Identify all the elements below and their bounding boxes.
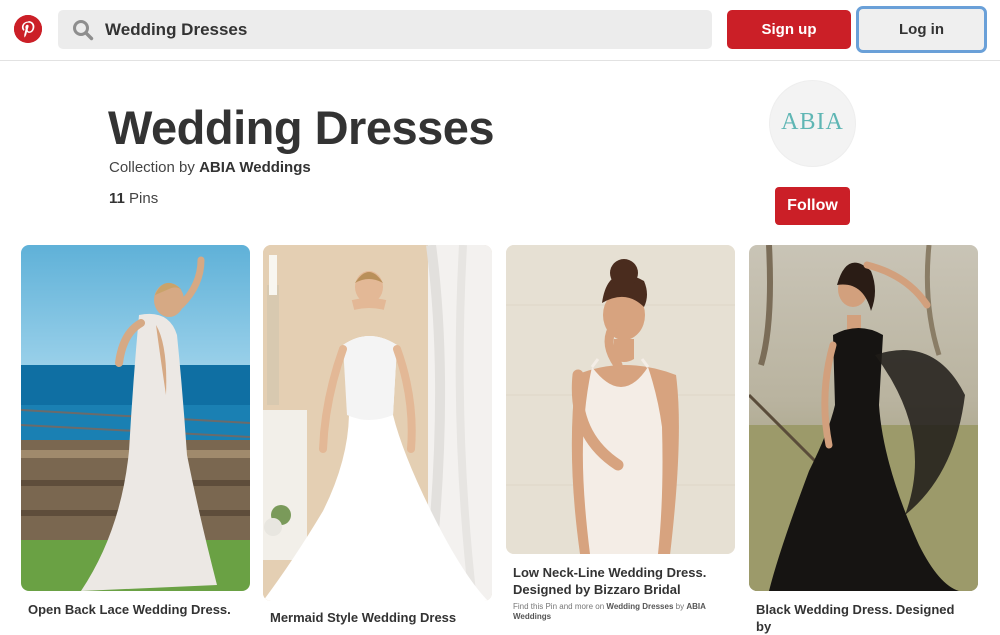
follow-button[interactable]: Follow xyxy=(775,187,850,225)
avatar-logo-text: ABIA xyxy=(781,109,844,135)
board-owner-link[interactable]: ABIA Weddings xyxy=(199,159,311,176)
pin-source-line: Find this Pin and more on Wedding Dresse… xyxy=(506,602,735,622)
search-input[interactable]: Wedding Dresses xyxy=(105,20,247,40)
pin-card[interactable]: Low Neck-Line Wedding Dress. Designed by… xyxy=(506,245,735,622)
top-navigation-bar: Wedding Dresses Sign up Log in xyxy=(0,0,1000,61)
sign-up-button[interactable]: Sign up xyxy=(727,10,851,49)
pin-count-label: Pins xyxy=(129,190,159,207)
pin-meta-prefix: Find this Pin and more on xyxy=(513,602,605,611)
pin-card[interactable]: Black Wedding Dress. Designed by xyxy=(749,245,978,635)
pin-image[interactable] xyxy=(21,245,250,591)
pin-count-value: 11 xyxy=(109,190,125,207)
pin-title[interactable]: Open Back Lace Wedding Dress. xyxy=(21,601,250,618)
search-icon xyxy=(73,20,94,41)
pin-card[interactable]: Mermaid Style Wedding Dress xyxy=(263,245,492,626)
pin-meta-by: by xyxy=(675,602,685,611)
pinterest-logo-icon[interactable] xyxy=(14,15,42,43)
pin-count: 11 Pins xyxy=(109,190,158,207)
board-title: Wedding Dresses xyxy=(108,101,495,154)
pin-title[interactable]: Black Wedding Dress. Designed by xyxy=(749,601,978,635)
collection-prefix: Collection by xyxy=(109,159,195,176)
pin-title[interactable]: Mermaid Style Wedding Dress xyxy=(263,609,492,626)
log-in-button[interactable]: Log in xyxy=(856,6,987,53)
search-bar[interactable]: Wedding Dresses xyxy=(58,10,712,49)
pin-card[interactable]: Open Back Lace Wedding Dress. xyxy=(21,245,250,618)
owner-avatar[interactable]: ABIA xyxy=(769,80,856,167)
pin-image[interactable] xyxy=(506,245,735,554)
board-collection-line: Collection by ABIA Weddings xyxy=(109,159,311,176)
pin-image[interactable] xyxy=(263,245,492,601)
pin-meta-board-link[interactable]: Wedding Dresses xyxy=(606,602,673,611)
pin-title[interactable]: Low Neck-Line Wedding Dress. Designed by… xyxy=(506,564,735,598)
pin-image[interactable] xyxy=(749,245,978,591)
